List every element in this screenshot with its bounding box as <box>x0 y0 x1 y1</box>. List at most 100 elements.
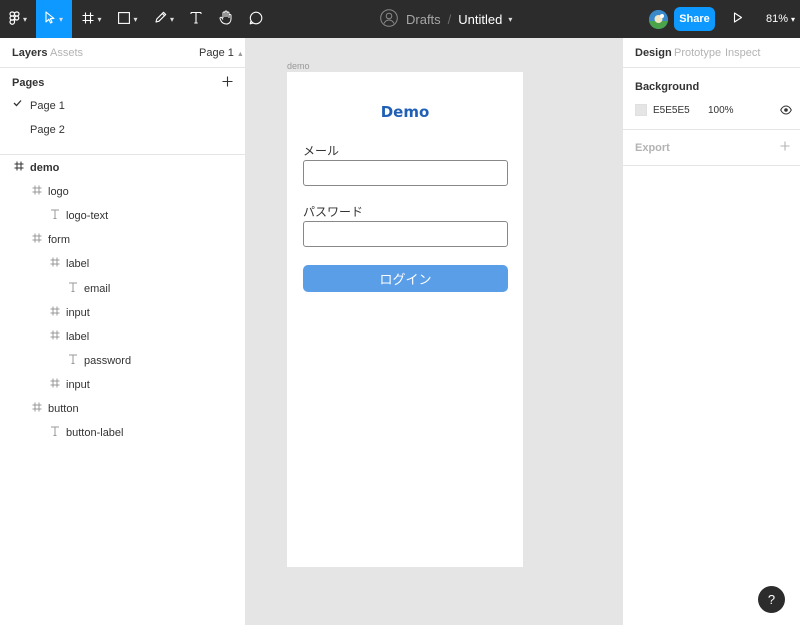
layer-item-password[interactable]: password <box>0 349 245 373</box>
frame-layer-icon <box>13 161 24 172</box>
text-layer-icon <box>49 209 60 220</box>
frame-layer-icon <box>31 185 42 196</box>
layer-item-demo[interactable]: demo <box>0 156 245 180</box>
user-avatar[interactable] <box>649 10 668 29</box>
text-icon <box>190 11 202 27</box>
frame-layer-icon <box>49 330 60 341</box>
move-tool-button[interactable]: ▾ <box>36 0 72 38</box>
tab-assets[interactable]: Assets <box>50 47 83 59</box>
right-panel-tabs: Design Prototype Inspect <box>623 38 800 68</box>
login-button[interactable]: ログイン <box>303 265 508 292</box>
plus-icon <box>780 138 790 155</box>
tab-design[interactable]: Design <box>635 47 672 59</box>
text-layer-icon <box>49 426 60 437</box>
page-item-2[interactable]: Page 2 <box>0 118 245 142</box>
layer-name: button <box>48 403 79 415</box>
chevron-down-icon: ▾ <box>508 14 513 24</box>
export-heading: Export <box>635 142 670 154</box>
layer-item-logo[interactable]: logo <box>0 180 245 204</box>
layer-name: email <box>84 282 111 295</box>
tab-inspect[interactable]: Inspect <box>725 47 760 59</box>
chevron-down-icon: ▾ <box>133 14 138 24</box>
layer-name: label <box>66 258 90 271</box>
background-heading: Background <box>635 81 700 93</box>
comment-tool-button[interactable] <box>244 0 268 38</box>
tab-layers[interactable]: Layers <box>12 47 47 59</box>
layer-item-button-label[interactable]: button-label <box>0 421 245 445</box>
team-avatar-icon <box>380 8 398 30</box>
share-button[interactable]: Share <box>674 7 715 31</box>
page-selector[interactable]: Page 1 ▲ <box>199 47 244 59</box>
main-menu-button[interactable]: ▾ <box>0 0 36 38</box>
page-label: Page 2 <box>30 124 65 136</box>
plus-icon <box>222 74 233 91</box>
present-button[interactable] <box>728 0 748 38</box>
layer-name: button-label <box>66 427 124 440</box>
eye-icon <box>780 105 792 118</box>
frame-tool-button[interactable]: ▾ <box>76 0 108 38</box>
layer-name: input <box>66 306 90 319</box>
layer-item-email[interactable]: email <box>0 277 245 301</box>
page-item-1[interactable]: Page 1 <box>0 94 245 118</box>
layer-name: demo <box>30 162 60 174</box>
frame-layer-icon <box>31 402 42 413</box>
layer-item-form[interactable]: form <box>0 228 245 252</box>
password-input[interactable] <box>303 221 508 247</box>
properties-panel: Design Prototype Inspect Background E5E5… <box>622 38 800 625</box>
zoom-dropdown[interactable]: 81% ▾ <box>766 0 795 38</box>
layer-name: input <box>66 378 90 391</box>
panel-divider <box>0 154 245 155</box>
file-title[interactable]: Drafts / Untitled ▾ <box>380 0 512 38</box>
chevron-down-icon: ▾ <box>22 14 27 24</box>
layer-item-label[interactable]: label <box>0 252 245 276</box>
text-layer-icon <box>67 354 78 365</box>
frame-layer-icon <box>49 257 60 268</box>
layer-item-button[interactable]: button <box>0 397 245 421</box>
layer-item-logo-text[interactable]: logo-text <box>0 204 245 228</box>
add-page-button[interactable] <box>222 74 233 92</box>
frame-layer-icon <box>49 378 60 389</box>
demo-frame[interactable]: Demo メール パスワード ログイン <box>287 72 523 567</box>
layer-name: logo-text <box>66 210 109 223</box>
add-export-button[interactable] <box>780 138 790 155</box>
zoom-level: 81% <box>766 13 789 25</box>
chevron-down-icon: ▾ <box>58 14 63 24</box>
file-name[interactable]: Untitled <box>458 12 502 27</box>
visibility-toggle[interactable] <box>780 105 792 115</box>
cursor-icon <box>45 11 56 27</box>
current-page-label: Page 1 <box>199 47 234 59</box>
text-tool-button[interactable] <box>184 0 208 38</box>
pen-icon <box>154 11 167 27</box>
password-label: パスワード <box>303 205 364 219</box>
button-label: ログイン <box>379 273 432 288</box>
chevron-up-icon: ▲ <box>236 51 244 58</box>
comment-icon <box>249 11 263 28</box>
drafts-link[interactable]: Drafts <box>406 12 441 27</box>
hand-tool-button[interactable] <box>214 0 238 38</box>
background-opacity-input[interactable]: 100% <box>708 105 734 116</box>
layer-name: logo <box>48 186 69 199</box>
pages-heading: Pages <box>12 77 45 89</box>
shape-tool-button[interactable]: ▾ <box>112 0 144 38</box>
canvas[interactable]: demo Demo メール パスワード ログイン <box>246 38 622 625</box>
layer-item-input[interactable]: input <box>0 301 245 325</box>
logo-text: Demo <box>380 103 430 121</box>
layer-item-label[interactable]: label <box>0 325 245 349</box>
chevron-down-icon: ▾ <box>169 14 174 24</box>
frame-name-label[interactable]: demo <box>287 61 310 71</box>
play-icon <box>733 12 743 26</box>
background-hex-input[interactable]: E5E5E5 <box>653 105 690 116</box>
background-swatch[interactable] <box>635 104 647 116</box>
frame-layer-icon <box>31 233 42 244</box>
frame-icon <box>82 12 94 27</box>
email-input[interactable] <box>303 160 508 186</box>
page-label: Page 1 <box>30 100 65 112</box>
layer-name: label <box>66 330 90 343</box>
left-panel-tabs: Layers Assets Page 1 ▲ <box>0 38 245 68</box>
layer-item-input[interactable]: input <box>0 373 245 397</box>
pen-tool-button[interactable]: ▾ <box>148 0 180 38</box>
tab-prototype[interactable]: Prototype <box>674 47 721 59</box>
help-button[interactable]: ? <box>758 586 785 613</box>
hand-icon <box>219 10 233 28</box>
chevron-down-icon: ▾ <box>791 14 796 24</box>
